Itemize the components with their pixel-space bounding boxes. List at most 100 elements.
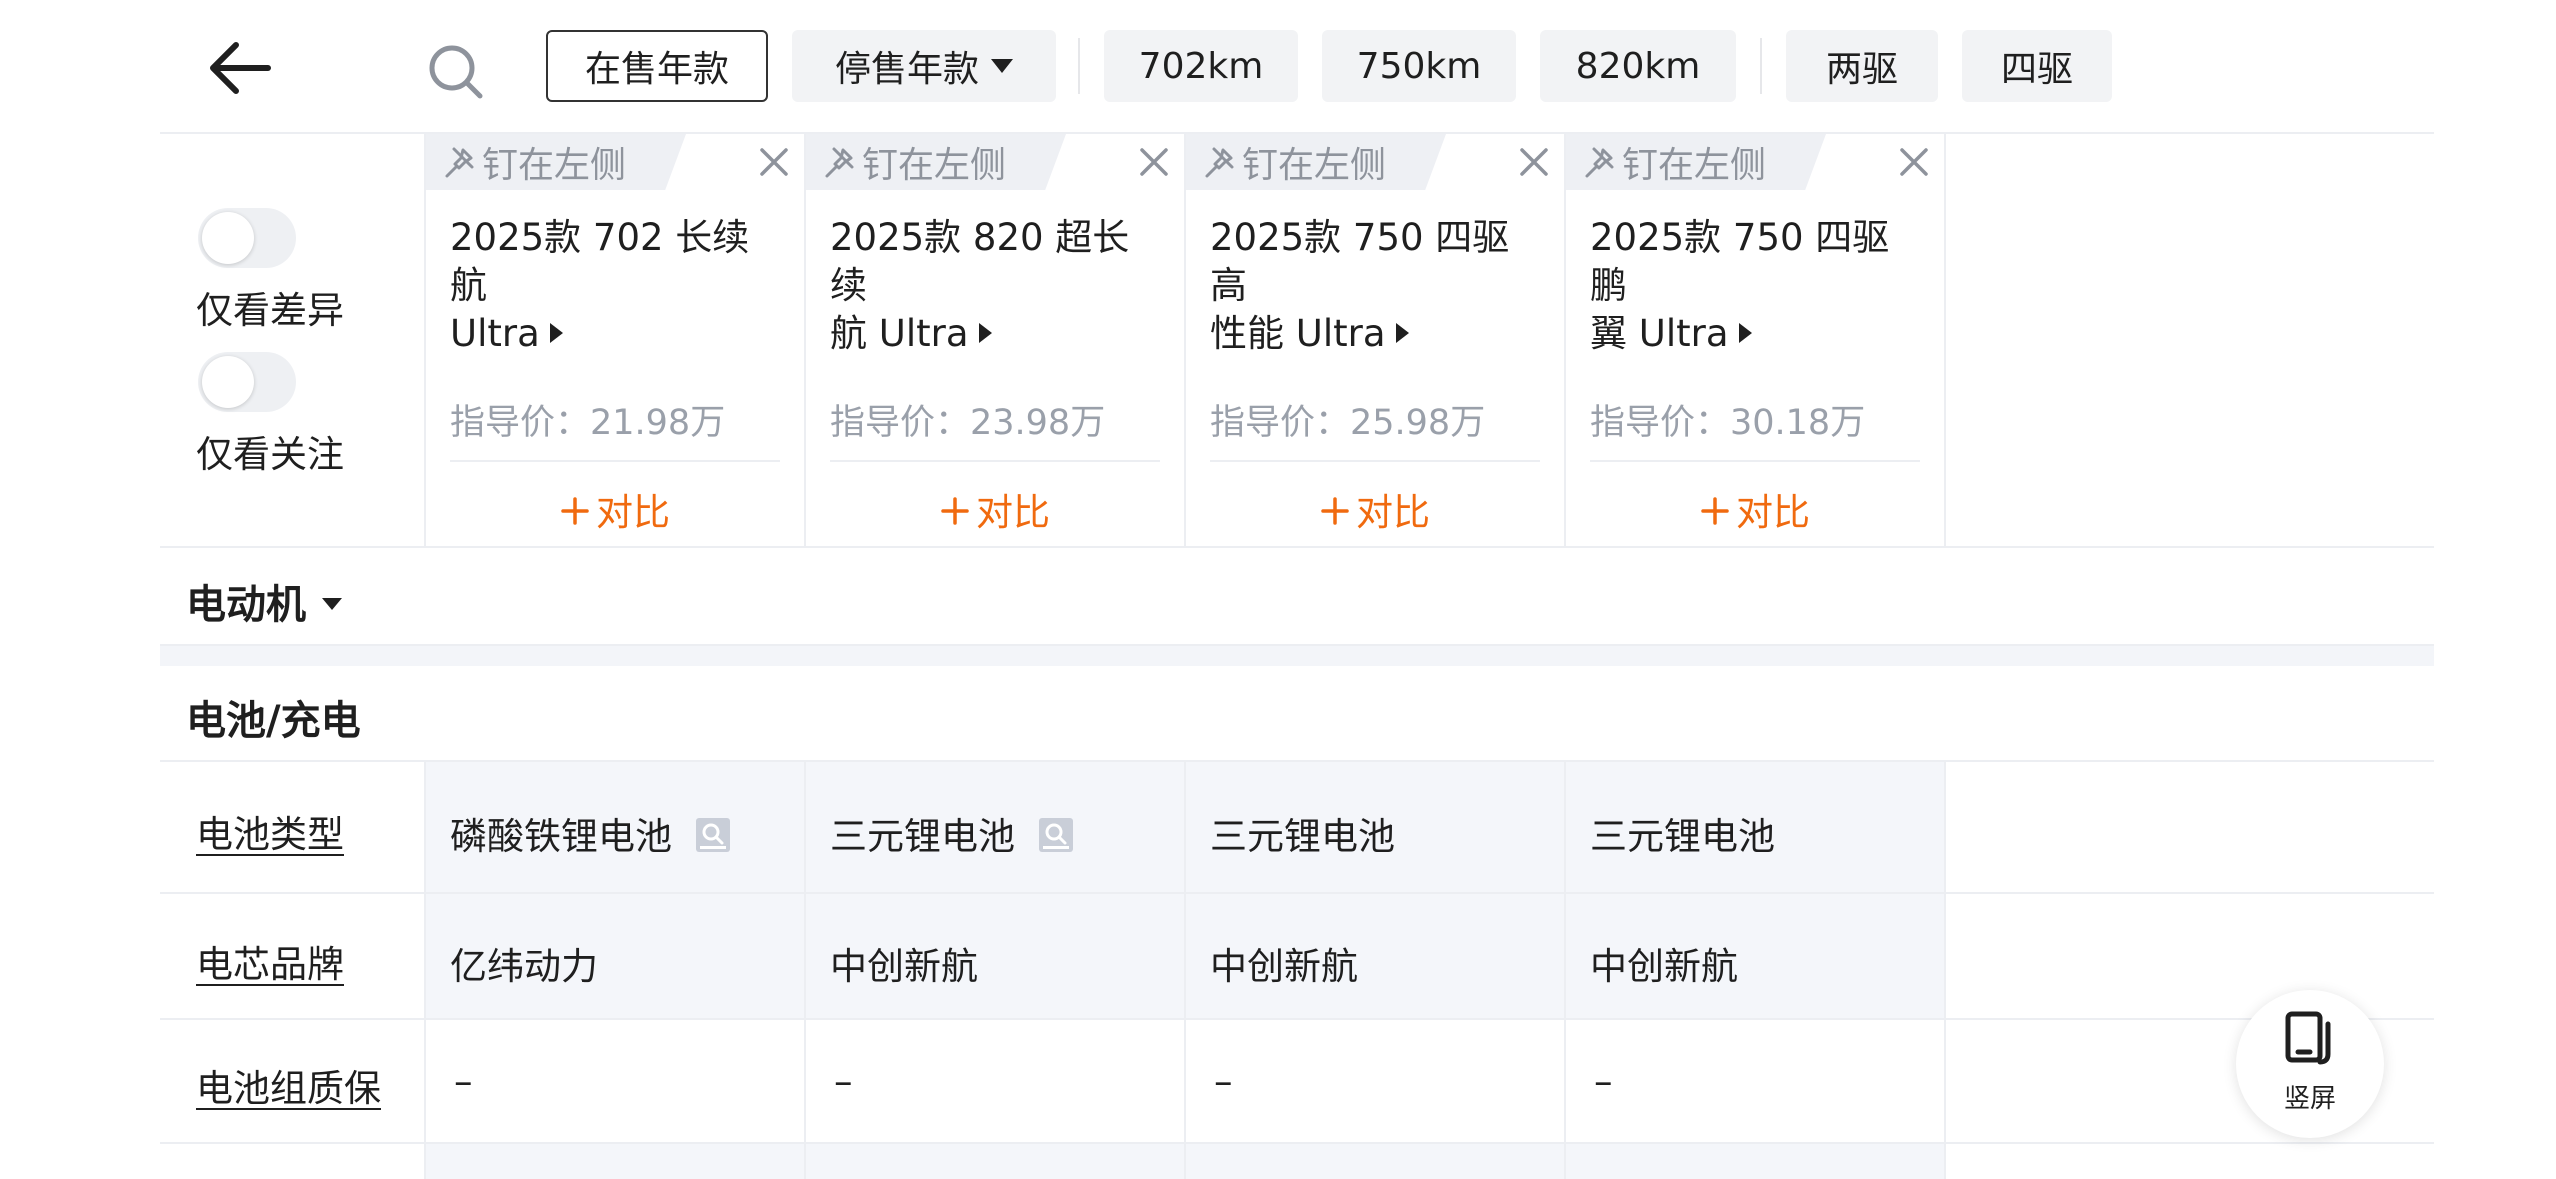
pin-left-button[interactable]: 钉在左侧 [806,134,1066,190]
divider [450,460,780,462]
divider [160,1018,2434,1020]
pin-left-label: 钉在左侧 [482,145,627,186]
add-compare-button[interactable]: 对比 [450,482,780,536]
add-compare-label: 对比 [1736,491,1810,534]
table-cell: – [1594,1060,1613,1103]
divider [424,134,426,546]
car-name[interactable]: 2025款 750 四驱高 性能 Ultra [1210,214,1540,358]
section-motor-title: 电动机 [186,582,306,628]
table-cell: 亿纬动力 [450,945,598,988]
filter-2wd[interactable]: 两驱 [1786,30,1938,102]
table-cell: – [1214,1060,1233,1103]
pin-left-button[interactable]: 钉在左侧 [1186,134,1446,190]
filter-2wd-label: 两驱 [1825,49,1898,90]
filter-702km[interactable]: 702km [1104,30,1298,102]
row-label-pack-warranty[interactable]: 电池组质保 [196,1058,381,1112]
triangle-right-icon [549,322,563,343]
remove-car-button[interactable] [1898,146,1930,178]
add-compare-button[interactable]: 对比 [1210,482,1540,536]
remove-car-button[interactable] [1518,146,1550,178]
divider [830,460,1160,462]
triangle-right-icon [1395,322,1409,343]
car-name[interactable]: 2025款 820 超长续 航 Ultra [830,214,1160,358]
divider [1184,762,1186,1179]
only-differences-toggle[interactable] [198,208,296,268]
back-button[interactable] [200,28,280,108]
plus-icon [1321,496,1349,525]
car-name[interactable]: 2025款 702 长续航 Ultra [450,214,780,358]
plus-icon [941,496,969,525]
guide-price: 指导价：30.18万 [1590,403,1866,443]
plus-icon [561,496,589,525]
divider [424,762,426,1179]
divider [1210,460,1540,462]
search-doc-icon[interactable] [696,817,730,852]
pin-left-button[interactable]: 钉在左侧 [426,134,686,190]
filter-4wd[interactable]: 四驱 [1962,30,2112,102]
portrait-mode-button[interactable]: 竖屏 [2236,990,2384,1138]
add-compare-label: 对比 [596,491,670,534]
filter-702km-label: 702km [1138,45,1264,87]
close-icon [1900,148,1928,176]
section-battery-title: 电池/充电 [186,698,361,744]
table-cell: 中创新航 [1210,945,1358,988]
add-compare-label: 对比 [976,491,1050,534]
row-label-cell-brand[interactable]: 电芯品牌 [196,934,344,988]
search-icon [429,45,483,99]
caret-down-icon [991,59,1013,73]
filter-on-sale[interactable]: 在售年款 [546,30,768,102]
cell-value: 三元锂电池 [830,815,1015,858]
cell-value: 磷酸铁锂电池 [450,815,672,858]
filter-820km-label: 820km [1575,45,1701,87]
car-name-line1: 2025款 750 四驱鹏 [1590,216,1890,307]
section-motor-header[interactable]: 电动机 [186,572,342,630]
remove-car-button[interactable] [758,146,790,178]
search-button[interactable] [420,36,492,108]
only-differences-label: 仅看差异 [196,289,344,332]
divider [1944,762,1946,1179]
divider [160,892,2434,894]
table-cell: 三元锂电池 [1590,815,1775,858]
only-favorites-toggle[interactable] [198,352,296,412]
guide-price: 指导价：21.98万 [450,403,726,443]
filter-on-sale-label: 在售年款 [584,49,729,90]
table-cell: 磷酸铁锂电池 [450,806,730,860]
table-cell: – [454,1060,473,1103]
pin-left-button[interactable]: 钉在左侧 [1566,134,1826,190]
table-cell: 中创新航 [1590,945,1738,988]
divider [804,762,806,1179]
car-name-line1: 2025款 820 超长续 [830,216,1130,307]
add-compare-button[interactable]: 对比 [1590,482,1920,536]
guide-price: 指导价：23.98万 [830,403,1106,443]
section-gap [160,646,2434,666]
remove-car-button[interactable] [1138,146,1170,178]
portrait-mode-label: 竖屏 [2283,1084,2336,1114]
filter-discontinued-label: 停售年款 [834,49,979,90]
filter-750km[interactable]: 750km [1322,30,1516,102]
filter-4wd-label: 四驱 [2000,49,2073,90]
divider [160,546,2434,548]
pin-left-label: 钉在左侧 [1242,145,1387,186]
car-name-line2: 翼 Ultra [1590,312,1729,355]
divider [1590,460,1920,462]
row-label-battery-type[interactable]: 电池类型 [196,804,344,858]
car-name-line2: Ultra [450,312,540,355]
only-favorites-label: 仅看关注 [196,433,344,476]
close-icon [1140,148,1168,176]
plus-icon [1701,496,1729,525]
filter-820km[interactable]: 820km [1540,30,1736,102]
add-compare-label: 对比 [1356,491,1430,534]
divider [160,1142,2434,1144]
add-compare-button[interactable]: 对比 [830,482,1160,536]
car-name-line2: 航 Ultra [830,312,969,355]
toggle-knob [202,212,254,264]
car-name[interactable]: 2025款 750 四驱鹏 翼 Ultra [1590,214,1920,358]
toggle-knob [202,356,254,408]
guide-price: 指导价：25.98万 [1210,403,1486,443]
filter-discontinued[interactable]: 停售年款 [792,30,1056,102]
search-doc-icon[interactable] [1039,817,1073,852]
pin-left-label: 钉在左侧 [1622,145,1767,186]
car-name-line1: 2025款 702 长续航 [450,216,750,307]
divider [1760,38,1762,94]
pin-icon [445,147,474,178]
